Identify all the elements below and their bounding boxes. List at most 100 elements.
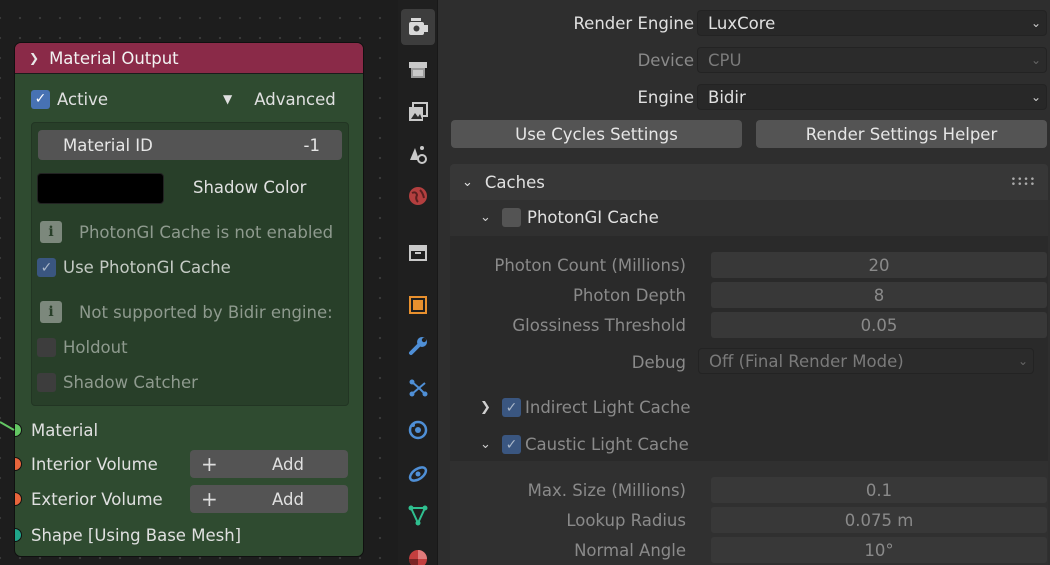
engine-dropdown[interactable]: Bidir ⌄	[697, 84, 1047, 110]
socket-dot[interactable]	[15, 528, 22, 542]
tab-view-layer[interactable]	[401, 94, 435, 130]
collapse-chevron-icon[interactable]: ❯	[29, 51, 39, 65]
lookup-radius-field[interactable]: 0.075 m	[711, 507, 1047, 533]
mesh-data-icon	[408, 505, 428, 526]
photon-count-label: Photon Count (Millions)	[494, 256, 686, 275]
debug-dropdown[interactable]: Off (Final Render Mode) ⌄	[698, 348, 1034, 374]
tab-render[interactable]	[401, 9, 435, 45]
socket-label: Shape [Using Base Mesh]	[31, 525, 242, 545]
material-icon	[409, 550, 427, 565]
drag-handle-icon[interactable]: •••• ••••	[1011, 176, 1036, 190]
chevron-down-icon: ⌄	[480, 437, 491, 452]
max-size-field[interactable]: 0.1	[711, 477, 1047, 503]
bidir-info-row: i Not supported by Bidir engine:	[40, 301, 333, 323]
chevron-right-icon: ❯	[480, 400, 491, 415]
glossiness-threshold-field[interactable]: 0.05	[711, 312, 1047, 338]
shadow-color-swatch[interactable]	[37, 173, 164, 204]
render-engine-value: LuxCore	[708, 13, 776, 33]
caches-header[interactable]: ⌄ Caches •••• ••••	[450, 164, 1048, 200]
photongi-info-text: PhotonGI Cache is not enabled	[79, 222, 334, 242]
add-interior-volume-button[interactable]: + Add	[190, 450, 348, 478]
particles-icon	[409, 379, 428, 397]
collection-icon	[409, 245, 427, 261]
render-settings-helper-button[interactable]: Render Settings Helper	[756, 120, 1047, 148]
device-dropdown[interactable]: CPU ⌄	[697, 47, 1047, 73]
photon-depth-label: Photon Depth	[572, 286, 686, 305]
caustic-light-cache-checkbox[interactable]: ✓	[502, 435, 521, 454]
active-checkbox[interactable]: ✓	[31, 89, 50, 109]
tab-collection[interactable]	[401, 234, 435, 270]
tab-data[interactable]	[401, 497, 435, 533]
triangle-down-icon: ▼	[223, 92, 233, 106]
holdout-label: Holdout	[63, 338, 128, 357]
tab-object[interactable]	[401, 287, 435, 323]
properties-panel: Render Engine LuxCore ⌄ Device CPU ⌄ Eng…	[438, 0, 1050, 565]
socket-interior-volume: Interior Volume + Add	[15, 450, 363, 478]
socket-label: Exterior Volume	[31, 489, 163, 509]
material-id-field[interactable]: Material ID -1	[38, 130, 342, 160]
normal-angle-field[interactable]: 10°	[711, 537, 1047, 563]
view-layer-icon	[409, 102, 428, 121]
indirect-light-cache-label: Indirect Light Cache	[525, 398, 691, 417]
engine-label: Engine	[637, 87, 694, 107]
shadow-catcher-checkbox[interactable]	[37, 373, 56, 392]
plus-icon: +	[201, 452, 218, 476]
chevron-down-icon: ⌄	[1017, 354, 1028, 368]
tab-modifier[interactable]	[401, 328, 435, 364]
shadow-color-label: Shadow Color	[193, 178, 307, 197]
device-row: Device CPU ⌄	[438, 46, 1050, 74]
world-icon	[409, 187, 427, 205]
normal-angle-label: Normal Angle	[574, 541, 686, 560]
active-label: Active	[57, 89, 109, 109]
add-label: Add	[272, 489, 304, 509]
material-output-node[interactable]: ❯ Material Output ✓ Active ▼ Advanced Ma…	[14, 42, 364, 557]
advanced-toggle[interactable]: ▼ Advanced	[223, 90, 336, 109]
photon-depth-field[interactable]: 8	[711, 282, 1047, 308]
bidir-info-text: Not supported by Bidir engine:	[79, 302, 333, 322]
info-icon: i	[40, 221, 62, 243]
advanced-box: Material ID -1 Shadow Color i PhotonGI C…	[31, 122, 349, 406]
photongi-cache-header[interactable]: ⌄ PhotonGI Cache	[480, 208, 659, 227]
tab-output[interactable]	[401, 52, 435, 88]
shadow-catcher-label: Shadow Catcher	[63, 373, 198, 392]
caches-title: Caches	[484, 172, 545, 192]
physics-icon	[408, 420, 428, 440]
chevron-down-icon: ⌄	[1030, 90, 1041, 104]
tab-particles[interactable]	[401, 370, 435, 406]
add-exterior-volume-button[interactable]: + Add	[190, 485, 348, 513]
node-editor[interactable]: ❯ Material Output ✓ Active ▼ Advanced Ma…	[0, 0, 398, 565]
wrench-icon	[409, 337, 427, 355]
render-engine-dropdown[interactable]: LuxCore ⌄	[697, 10, 1047, 36]
caustic-light-cache-header[interactable]: ⌄ ✓ Caustic Light Cache	[480, 435, 689, 454]
render-engine-label: Render Engine	[573, 13, 694, 33]
scene-icon	[410, 146, 427, 164]
plus-icon: +	[201, 487, 218, 511]
render-icon	[409, 18, 428, 35]
tab-scene[interactable]	[401, 136, 435, 172]
use-photongi-checkbox[interactable]: ✓	[37, 258, 56, 277]
chevron-down-icon: ⌄	[1030, 53, 1041, 67]
device-label: Device	[637, 50, 694, 70]
chevron-down-icon: ⌄	[1030, 16, 1041, 30]
photon-count-field[interactable]: 20	[711, 252, 1047, 278]
tab-physics[interactable]	[401, 412, 435, 448]
use-photongi-label: Use PhotonGI Cache	[63, 258, 231, 277]
photongi-cache-checkbox[interactable]	[502, 208, 521, 227]
constraints-icon	[408, 466, 428, 482]
holdout-checkbox[interactable]	[37, 338, 56, 357]
indirect-light-cache-header[interactable]: ❯ ✓ Indirect Light Cache	[480, 398, 690, 417]
socket-dot[interactable]	[15, 492, 22, 506]
debug-label: Debug	[631, 353, 686, 372]
indirect-light-cache-checkbox[interactable]: ✓	[502, 398, 521, 417]
tab-world[interactable]	[401, 178, 435, 214]
material-id-value: -1	[303, 135, 320, 155]
use-photongi-row: ✓ Use PhotonGI Cache	[37, 258, 231, 277]
chevron-down-icon: ⌄	[462, 174, 473, 190]
info-icon: i	[40, 301, 62, 323]
use-cycles-settings-button[interactable]: Use Cycles Settings	[451, 120, 742, 148]
max-size-label: Max. Size (Millions)	[527, 481, 686, 500]
node-header[interactable]: ❯ Material Output	[15, 43, 363, 74]
tab-material[interactable]	[401, 538, 435, 565]
socket-dot[interactable]	[15, 457, 22, 471]
tab-constraints[interactable]	[401, 455, 435, 491]
